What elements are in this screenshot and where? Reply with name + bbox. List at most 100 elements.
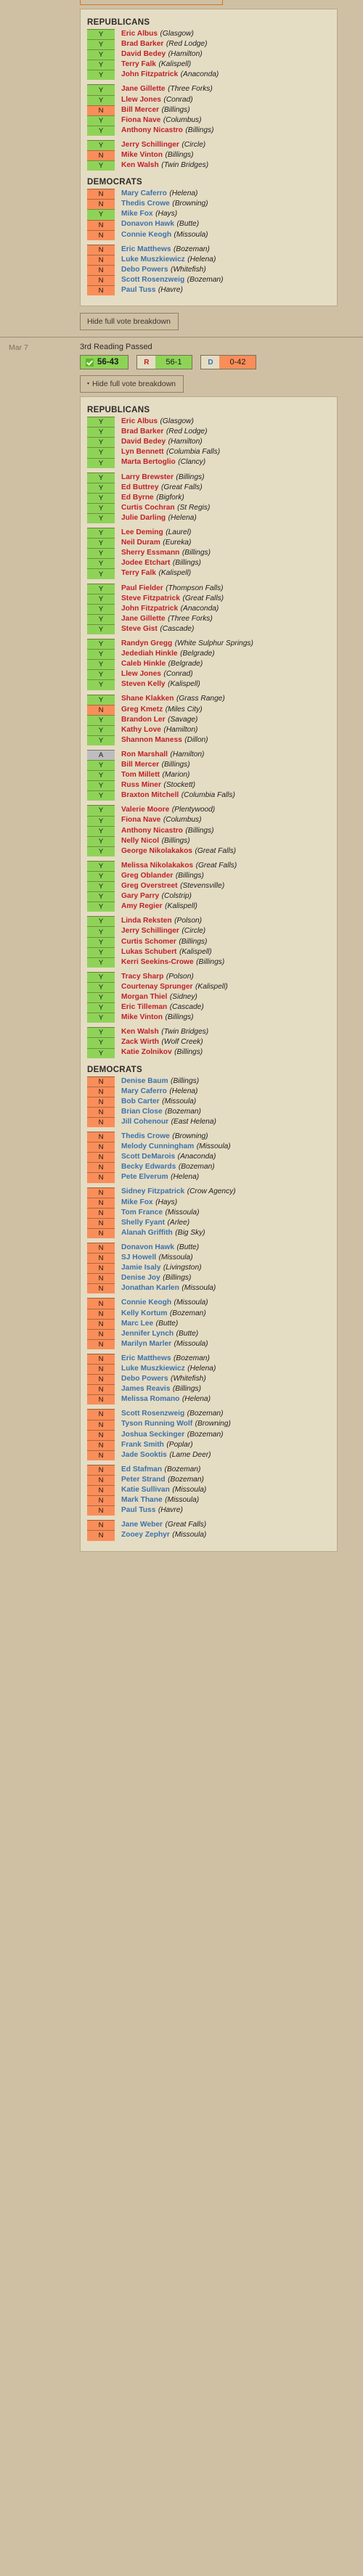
republican-tally[interactable]: R 56-1: [136, 355, 193, 370]
legislator-name[interactable]: Pete Elverum: [121, 1174, 168, 1181]
hide-vote-breakdown-button-1[interactable]: Hide full vote breakdown: [80, 313, 179, 331]
legislator-name[interactable]: Kerri Seekins-Crowe: [121, 958, 194, 966]
legislator-name[interactable]: Eric Matthews: [121, 245, 171, 253]
legislator-name[interactable]: Sherry Essmann: [121, 549, 179, 557]
legislator-name[interactable]: Mike Fox: [121, 210, 153, 218]
legislator-name[interactable]: Tyson Running Wolf: [121, 1420, 192, 1428]
legislator-name[interactable]: Melissa Nikolakakos: [121, 862, 193, 870]
legislator-name[interactable]: Eric Matthews: [121, 1354, 171, 1362]
legislator-name[interactable]: Eric Tilleman: [121, 1003, 167, 1011]
legislator-name[interactable]: Curtis Schomer: [121, 938, 176, 946]
democrat-tally[interactable]: D 0-42: [200, 355, 257, 370]
legislator-name[interactable]: Scott Rosenzweig: [121, 276, 184, 284]
legislator-name[interactable]: Jerry Schillinger: [121, 928, 179, 935]
legislator-name[interactable]: Courtenay Sprunger: [121, 983, 193, 991]
legislator-name[interactable]: Donavon Hawk: [121, 221, 174, 228]
legislator-name[interactable]: Jane Weber: [121, 1521, 163, 1529]
legislator-name[interactable]: James Reavis: [121, 1385, 170, 1393]
legislator-name[interactable]: Jane Gillette: [121, 615, 166, 623]
legislator-name[interactable]: Valerie Moore: [121, 806, 169, 814]
legislator-name[interactable]: Brian Close: [121, 1108, 163, 1116]
legislator-name[interactable]: Bill Mercer: [121, 761, 159, 769]
legislator-name[interactable]: Linda Reksten: [121, 917, 172, 925]
legislator-name[interactable]: Jerry Schillinger: [121, 141, 179, 149]
legislator-name[interactable]: Terry Falk: [121, 570, 156, 577]
legislator-name[interactable]: Luke Muszkiewicz: [121, 1365, 185, 1373]
legislator-name[interactable]: Paul Fielder: [121, 584, 163, 592]
legislator-name[interactable]: Ken Walsh: [121, 161, 159, 169]
legislator-name[interactable]: Llew Jones: [121, 96, 161, 104]
legislator-name[interactable]: Mike Vinton: [121, 151, 163, 159]
legislator-name[interactable]: Ron Marshall: [121, 751, 168, 759]
legislator-name[interactable]: David Bedey: [121, 50, 166, 58]
legislator-name[interactable]: Tracy Sharp: [121, 973, 163, 981]
legislator-name[interactable]: Ed Byrne: [121, 494, 154, 502]
legislator-name[interactable]: Shannon Maness: [121, 736, 182, 744]
legislator-name[interactable]: Llew Jones: [121, 671, 161, 678]
legislator-name[interactable]: Greg Overstreet: [121, 882, 178, 890]
legislator-name[interactable]: Bob Carter: [121, 1097, 160, 1105]
legislator-name[interactable]: Jonathan Karlen: [121, 1285, 179, 1292]
legislator-name[interactable]: Kelly Kortum: [121, 1309, 167, 1317]
legislator-name[interactable]: Eric Albus: [121, 417, 158, 425]
legislator-name[interactable]: Brad Barker: [121, 40, 163, 48]
legislator-name[interactable]: Amy Regier: [121, 903, 163, 910]
legislator-name[interactable]: Alanah Griffith: [121, 1229, 173, 1237]
legislator-name[interactable]: Brandon Ler: [121, 716, 166, 724]
legislator-name[interactable]: Mark Thane: [121, 1496, 163, 1504]
legislator-name[interactable]: Mary Caferro: [121, 189, 167, 197]
legislator-name[interactable]: Frank Smith: [121, 1441, 164, 1449]
legislator-name[interactable]: Mary Caferro: [121, 1087, 167, 1095]
legislator-name[interactable]: Tom Millett: [121, 771, 160, 779]
legislator-name[interactable]: John Fitzpatrick: [121, 605, 178, 613]
legislator-name[interactable]: Luke Muszkiewicz: [121, 255, 185, 263]
legislator-name[interactable]: Bill Mercer: [121, 106, 159, 114]
legislator-name[interactable]: Lee Deming: [121, 528, 163, 536]
legislator-name[interactable]: Sidney Fitzpatrick: [121, 1188, 184, 1195]
legislator-name[interactable]: Connie Keogh: [121, 231, 171, 239]
legislator-name[interactable]: Debo Powers: [121, 1375, 168, 1383]
legislator-name[interactable]: Greg Oblander: [121, 872, 173, 880]
legislator-name[interactable]: Caleb Hinkle: [121, 660, 166, 668]
legislator-name[interactable]: Kathy Love: [121, 726, 161, 734]
legislator-name[interactable]: Jedediah Hinkle: [121, 650, 178, 658]
legislator-name[interactable]: Scott Rosenzweig: [121, 1410, 184, 1418]
legislator-name[interactable]: Denise Baum: [121, 1077, 168, 1085]
legislator-name[interactable]: Donavon Hawk: [121, 1243, 174, 1251]
legislator-name[interactable]: Zack Wirth: [121, 1039, 159, 1046]
legislator-name[interactable]: Ed Buttrey: [121, 483, 159, 491]
legislator-name[interactable]: Steve Fitzpatrick: [121, 594, 180, 602]
legislator-name[interactable]: Paul Tuss: [121, 1506, 155, 1514]
legislator-name[interactable]: Fiona Nave: [121, 817, 160, 824]
legislator-name[interactable]: Anthony Nicastro: [121, 827, 183, 835]
legislator-name[interactable]: Zooey Zephyr: [121, 1532, 170, 1539]
legislator-name[interactable]: Julie Darling: [121, 514, 166, 522]
legislator-name[interactable]: Jennifer Lynch: [121, 1330, 174, 1338]
legislator-name[interactable]: Ed Stafman: [121, 1465, 162, 1473]
legislator-name[interactable]: Steve Gist: [121, 625, 158, 633]
legislator-name[interactable]: Katie Zolnikov: [121, 1049, 172, 1056]
legislator-name[interactable]: Lukas Schubert: [121, 948, 176, 956]
legislator-name[interactable]: George Nikolakakos: [121, 847, 192, 855]
legislator-name[interactable]: Denise Joy: [121, 1275, 160, 1282]
legislator-name[interactable]: Thedis Crowe: [121, 1132, 170, 1140]
legislator-name[interactable]: Ken Walsh: [121, 1029, 159, 1036]
legislator-name[interactable]: Becky Edwards: [121, 1164, 176, 1171]
legislator-name[interactable]: Brad Barker: [121, 428, 163, 436]
legislator-name[interactable]: John Fitzpatrick: [121, 71, 178, 78]
truncated-toggle-button-above[interactable]: [80, 0, 223, 5]
legislator-name[interactable]: Fiona Nave: [121, 116, 160, 124]
legislator-name[interactable]: Paul Tuss: [121, 286, 155, 294]
legislator-name[interactable]: Connie Keogh: [121, 1299, 171, 1307]
legislator-name[interactable]: Thedis Crowe: [121, 200, 170, 208]
legislator-name[interactable]: Shane Klakken: [121, 695, 174, 703]
legislator-name[interactable]: Braxton Mitchell: [121, 792, 179, 799]
legislator-name[interactable]: Eric Albus: [121, 30, 158, 38]
legislator-name[interactable]: Scott DeMarois: [121, 1153, 175, 1161]
hide-vote-breakdown-button-2[interactable]: ▾ Hide full vote breakdown: [80, 375, 184, 393]
legislator-name[interactable]: Curtis Cochran: [121, 504, 175, 512]
legislator-name[interactable]: Melissa Romano: [121, 1396, 179, 1403]
legislator-name[interactable]: Russ Miner: [121, 781, 161, 789]
legislator-name[interactable]: Debo Powers: [121, 266, 168, 274]
legislator-name[interactable]: Neil Duram: [121, 539, 160, 547]
